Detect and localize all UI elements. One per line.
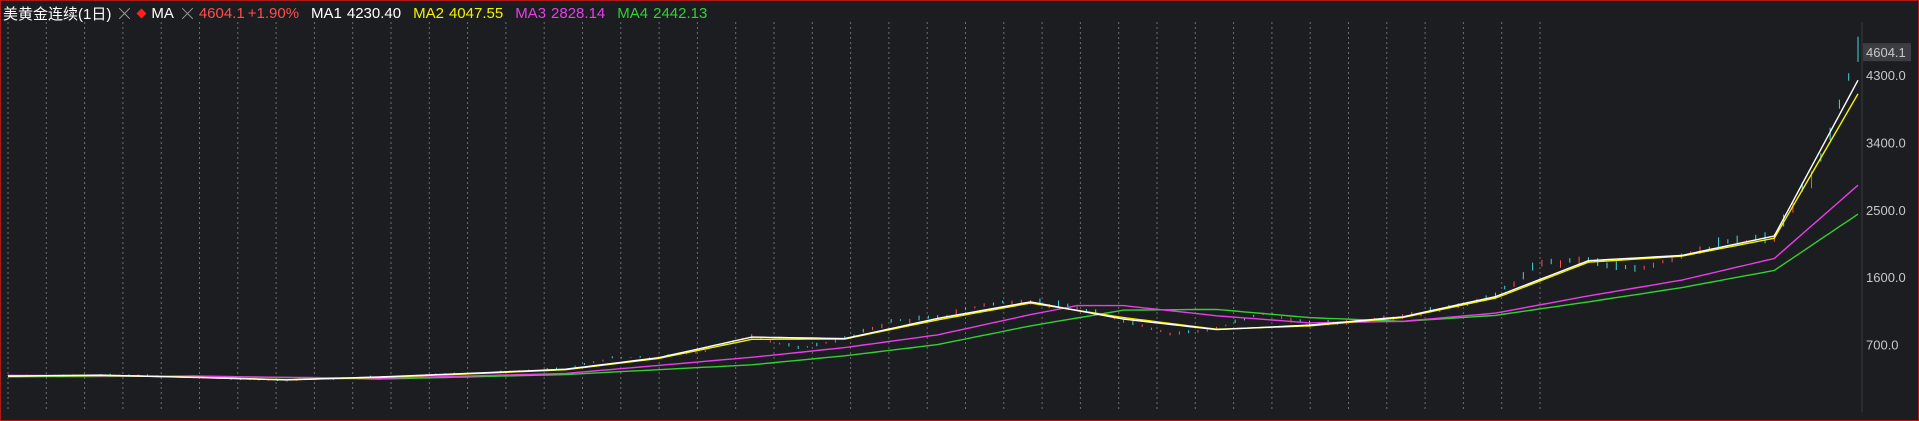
ma1-label: MA1	[311, 4, 342, 22]
ma1-value: 4230.40	[346, 4, 402, 22]
last-price-label: 4604.1	[1866, 45, 1906, 60]
close-indicator-icon[interactable]	[181, 7, 194, 20]
ma4-label: MA4	[617, 4, 649, 22]
ma4-value: 2442.13	[653, 4, 708, 22]
ma3-value: 2828.14	[551, 4, 606, 22]
last-value: 4604.1	[198, 4, 245, 22]
ma3-line	[7, 184, 1859, 380]
ma3-label: MA3	[515, 4, 547, 22]
indicator-marker-icon	[136, 8, 147, 18]
close-icon[interactable]	[118, 7, 131, 20]
price-chart[interactable]: 4300.0 3400.0 2500.0 1600.0 700.0 4604.1	[0, 0, 1919, 421]
y-tick-label: 2500.0	[1866, 203, 1906, 218]
y-tick-label: 1600.0	[1866, 270, 1906, 285]
ma2-value: 4047.55	[448, 4, 504, 22]
ma2-label: MA2	[413, 4, 444, 22]
y-tick-label: 700.0	[1866, 338, 1899, 353]
ma4-line	[8, 213, 1859, 380]
indicator-name[interactable]: MA	[151, 5, 174, 22]
symbol-title: 美黄金连续(1日)	[3, 5, 112, 23]
change-percent: +1.90%	[247, 4, 300, 22]
y-tick-label: 3400.0	[1866, 135, 1906, 150]
ma2-line	[7, 93, 1859, 381]
chart-header: 美黄金连续(1日) MA 4604.1 +1.90% MA1 4230.40 M…	[3, 4, 712, 23]
y-tick-label: 4300.0	[1866, 68, 1906, 83]
